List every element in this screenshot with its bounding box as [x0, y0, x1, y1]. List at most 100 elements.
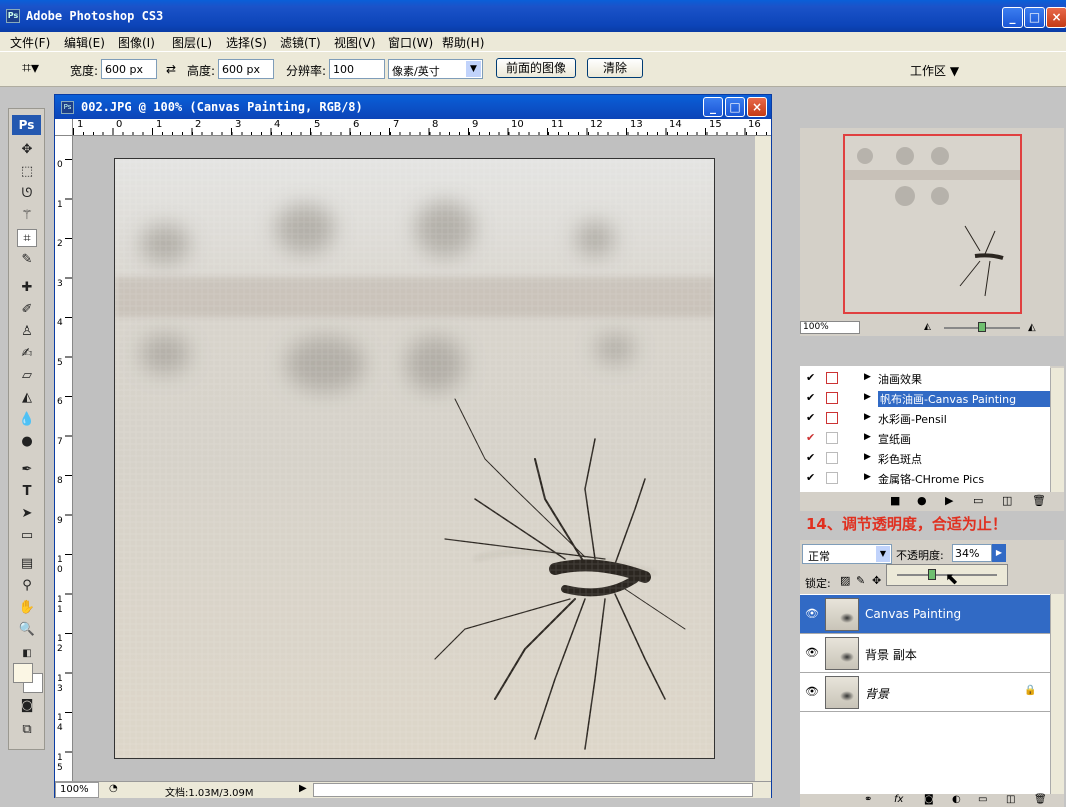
slice-tool-icon[interactable]: ✎	[17, 251, 37, 269]
zoom-in-icon[interactable]: ◭	[1028, 322, 1036, 333]
layer-mask-icon[interactable]: ◙	[924, 794, 934, 805]
clear-button[interactable]: 清除	[587, 58, 643, 78]
action-item-selected[interactable]: ✔ ▶ 帆布油画-Canvas Painting	[800, 388, 1050, 408]
lock-pixels-icon[interactable]: ✎	[856, 574, 865, 587]
navigator-zoom-field[interactable]: 100%	[800, 321, 860, 334]
actions-scrollbar[interactable]	[1050, 368, 1064, 492]
action-item[interactable]: ✔ ▶ 油画效果	[800, 368, 1050, 388]
expand-triangle-icon[interactable]: ▶	[864, 392, 871, 402]
action-item[interactable]: ✔ ▶ 宣纸画	[800, 428, 1050, 448]
dialog-toggle-icon[interactable]	[826, 472, 838, 484]
new-action-icon[interactable]: ◫	[1002, 494, 1012, 507]
menu-filter[interactable]: 滤镜(T)	[280, 34, 321, 51]
dialog-toggle-icon[interactable]	[826, 372, 838, 384]
navigator-preview[interactable]	[843, 134, 1022, 314]
expand-triangle-icon[interactable]: ▶	[864, 412, 871, 422]
height-input[interactable]: 600 px	[218, 59, 274, 79]
action-toggle-check[interactable]: ✔	[806, 472, 818, 484]
healing-brush-icon[interactable]: ✚	[17, 279, 37, 297]
play-icon[interactable]: ▶	[945, 494, 953, 507]
menu-window[interactable]: 窗口(W)	[388, 34, 433, 51]
action-toggle-check[interactable]: ✔	[806, 392, 818, 404]
clone-stamp-icon[interactable]: ♙	[17, 323, 37, 341]
history-brush-icon[interactable]: ✍	[17, 345, 37, 363]
opacity-slider-popup[interactable]: ⬉	[886, 564, 1008, 588]
front-image-button[interactable]: 前面的图像	[496, 58, 576, 78]
status-arrow-icon[interactable]: ▶	[299, 783, 307, 794]
action-toggle-check[interactable]: ✔	[806, 412, 818, 424]
expand-triangle-icon[interactable]: ▶	[864, 452, 871, 462]
swap-icon[interactable]: ⇄	[166, 62, 176, 76]
expand-triangle-icon[interactable]: ▶	[864, 432, 871, 442]
dialog-toggle-icon[interactable]	[826, 412, 838, 424]
shape-tool-icon[interactable]: ▭	[17, 527, 37, 545]
navigator-slider-handle[interactable]	[978, 322, 986, 332]
action-toggle-check[interactable]: ✔	[806, 372, 818, 384]
lock-position-icon[interactable]: ✥	[872, 574, 881, 587]
resolution-input[interactable]: 100	[329, 59, 385, 79]
menu-file[interactable]: 文件(F)	[10, 34, 50, 51]
doc-close-button[interactable]: ×	[747, 97, 767, 117]
visibility-eye-icon[interactable]: 👁	[804, 646, 820, 659]
workspace-button[interactable]: 工作区 ▼	[910, 62, 959, 79]
path-selection-icon[interactable]: ➤	[17, 505, 37, 523]
visibility-eye-icon[interactable]: 👁	[804, 685, 820, 698]
action-item[interactable]: ✔ ▶ 金属铬-CHrome Pics	[800, 468, 1050, 488]
horizontal-scrollbar[interactable]	[313, 783, 753, 797]
menu-image[interactable]: 图像(I)	[118, 34, 155, 51]
screen-mode-icon[interactable]: ⧉	[17, 721, 37, 739]
vertical-scrollbar[interactable]	[755, 136, 771, 781]
menu-help[interactable]: 帮助(H)	[442, 34, 484, 51]
magic-wand-tool-icon[interactable]: ⚚	[17, 207, 37, 225]
unit-select[interactable]: 像素/英寸 ▼	[388, 59, 483, 79]
crop-tool-icon[interactable]: ⌗	[17, 229, 37, 247]
image-canvas[interactable]	[114, 158, 715, 759]
opacity-arrow-button[interactable]: ▶	[992, 544, 1006, 562]
default-colors-icon[interactable]: ◧ ⇆	[17, 645, 37, 677]
marquee-tool-icon[interactable]: ⬚	[17, 163, 37, 181]
stop-icon[interactable]: ■	[890, 494, 900, 507]
type-tool-icon[interactable]: T	[17, 483, 37, 501]
paint-bucket-icon[interactable]: ◭	[17, 389, 37, 407]
ruler-origin[interactable]	[55, 119, 73, 136]
action-toggle-check[interactable]: ✔	[806, 432, 818, 444]
minimize-button[interactable]: _	[1002, 7, 1023, 28]
dialog-toggle-icon[interactable]	[826, 452, 838, 464]
eraser-tool-icon[interactable]: ▱	[17, 367, 37, 385]
dodge-tool-icon[interactable]: ●	[17, 433, 37, 451]
action-item[interactable]: ✔ ▶ 水彩画-Pensil	[800, 408, 1050, 428]
width-input[interactable]: 600 px	[101, 59, 157, 79]
opacity-input[interactable]: 34%	[952, 544, 992, 562]
doc-maximize-button[interactable]: □	[725, 97, 745, 117]
doc-minimize-button[interactable]: _	[703, 97, 723, 117]
menu-edit[interactable]: 编辑(E)	[64, 34, 105, 51]
new-set-icon[interactable]: ▭	[973, 494, 983, 507]
crop-tool-preset-icon[interactable]: ⌗▾	[22, 58, 39, 78]
new-layer-icon[interactable]: ◫	[1006, 794, 1015, 805]
blur-tool-icon[interactable]: 💧	[17, 411, 37, 429]
menu-layer[interactable]: 图层(L)	[172, 34, 212, 51]
menu-select[interactable]: 选择(S)	[226, 34, 267, 51]
expand-triangle-icon[interactable]: ▶	[864, 372, 871, 382]
dialog-toggle-icon[interactable]	[826, 432, 838, 444]
brush-tool-icon[interactable]: ✐	[17, 301, 37, 319]
layer-row[interactable]: 👁 背景 副本	[800, 634, 1050, 673]
adjustment-layer-icon[interactable]: ◐	[952, 794, 961, 805]
quick-mask-icon[interactable]: ◙	[17, 697, 37, 715]
trash-icon[interactable]: 🗑	[1032, 494, 1046, 507]
hand-tool-icon[interactable]: ✋	[17, 599, 37, 617]
layer-row-selected[interactable]: 👁 Canvas Painting	[800, 595, 1050, 634]
dialog-toggle-icon[interactable]	[826, 392, 838, 404]
zoom-level-field[interactable]: 100%	[55, 782, 99, 798]
lock-transparency-icon[interactable]: ▨	[840, 574, 850, 587]
pen-tool-icon[interactable]: ✒	[17, 461, 37, 479]
menu-view[interactable]: 视图(V)	[334, 34, 376, 51]
link-layers-icon[interactable]: ⚭	[864, 794, 872, 805]
move-tool-icon[interactable]: ✥	[17, 141, 37, 159]
record-icon[interactable]: ●	[917, 494, 927, 507]
visibility-eye-icon[interactable]: 👁	[804, 607, 820, 620]
notes-tool-icon[interactable]: ▤	[17, 555, 37, 573]
action-toggle-check[interactable]: ✔	[806, 452, 818, 464]
lasso-tool-icon[interactable]: ᘎ	[17, 185, 37, 203]
eyedropper-icon[interactable]: ⚲	[17, 577, 37, 595]
